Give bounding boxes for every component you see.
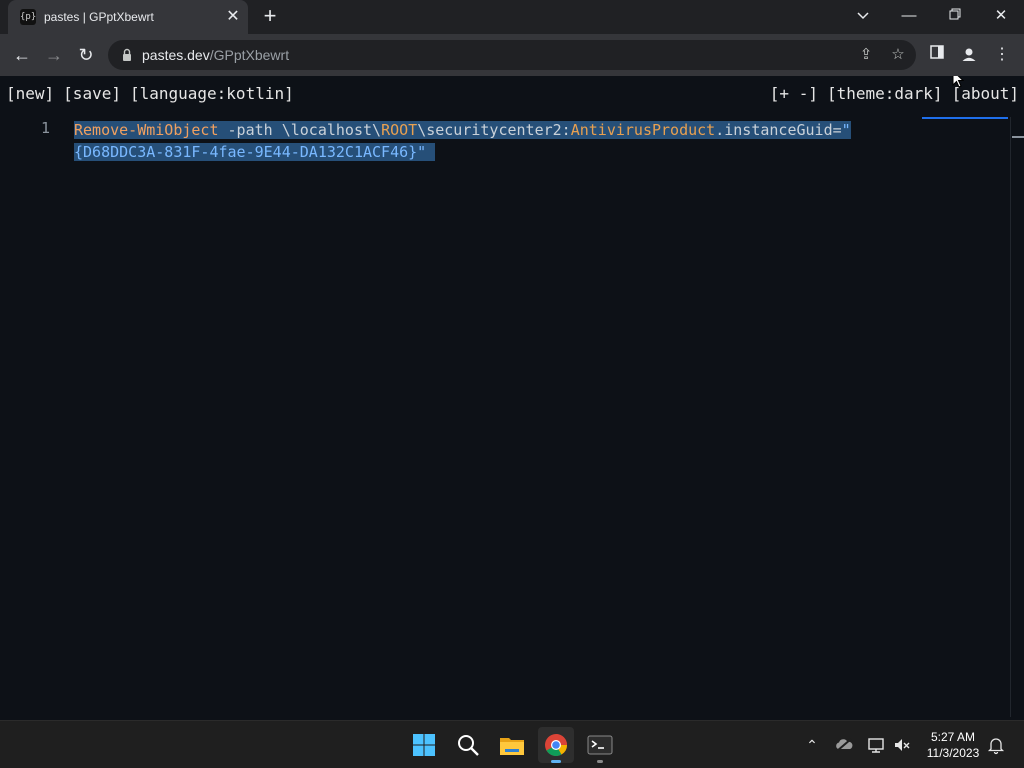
forward-icon[interactable]: → xyxy=(42,43,66,67)
code-token-guid: {D68DDC3A-831F-4fae-9E44-DA132C1ACF46} xyxy=(74,143,418,161)
new-tab-button[interactable]: + xyxy=(259,5,281,27)
paste-page: [new] [save] [language:kotlin] [+ -] [theme… xyxy=(0,76,1024,720)
selected-code: Remove-WmiObject -path \localhost\ROOT\s… xyxy=(74,121,851,161)
volume-muted-icon[interactable] xyxy=(892,735,912,755)
chrome-icon[interactable] xyxy=(538,727,574,763)
kebab-menu-icon[interactable]: ⋮ xyxy=(991,44,1013,66)
terminal-icon[interactable] xyxy=(582,727,618,763)
notification-bell-icon[interactable] xyxy=(986,735,1006,755)
new-button[interactable]: [new] xyxy=(6,84,54,103)
chevron-up-icon[interactable]: ⌃ xyxy=(802,735,822,755)
tab-search-icon[interactable] xyxy=(851,5,875,27)
language-selector[interactable]: [language:kotlin] xyxy=(130,84,294,103)
browser-toolbar: ← → ↻ pastes.dev/GPptXbewrt ⇪ ☆ ⋮ xyxy=(0,34,1024,76)
code-token-property: .instanceGuid= xyxy=(715,121,842,139)
clock-time: 5:27 AM xyxy=(930,730,976,744)
zoom-button[interactable]: [+ -] xyxy=(770,84,818,103)
address-bar[interactable]: pastes.dev/GPptXbewrt ⇪ ☆ xyxy=(108,40,916,70)
editor-scrollbar[interactable] xyxy=(1010,117,1024,717)
lock-icon[interactable] xyxy=(120,48,134,62)
close-tab-icon[interactable]: ✕ xyxy=(224,8,242,26)
system-clock[interactable]: 5:27 AM 11/3/2023 xyxy=(918,729,988,761)
code-token-quote-open: " xyxy=(841,121,851,139)
share-icon[interactable]: ⇪ xyxy=(856,45,876,65)
search-icon[interactable] xyxy=(450,727,486,763)
windows-start-icon[interactable] xyxy=(406,727,442,763)
taskbar: ⌃ 5:27 AM 11/3/2023 xyxy=(0,720,1024,768)
editor-scrollbar-thumb[interactable] xyxy=(1012,136,1024,138)
bookmark-star-icon[interactable]: ☆ xyxy=(888,45,908,65)
code-token-product: AntivirusProduct xyxy=(570,121,716,139)
code-token-namespace: \securitycenter2: xyxy=(417,121,571,139)
code-token-root: ROOT xyxy=(381,121,418,139)
code-token-path: -path \localhost\ xyxy=(218,121,382,139)
running-app-indicator xyxy=(597,760,603,763)
url-text[interactable]: pastes.dev/GPptXbewrt xyxy=(142,47,289,63)
tab-pastes[interactable]: {p} pastes | GPptXbewrt ✕ xyxy=(8,0,248,34)
line-number: 1 xyxy=(40,119,50,137)
onedrive-icon[interactable] xyxy=(834,735,854,755)
theme-selector[interactable]: [theme:dark] xyxy=(827,84,943,103)
tab-title: pastes | GPptXbewrt xyxy=(44,10,154,24)
network-icon[interactable] xyxy=(866,735,886,755)
active-app-indicator xyxy=(551,760,561,763)
restore-icon[interactable] xyxy=(943,5,967,27)
side-panel-icon[interactable] xyxy=(926,44,948,66)
code-token-command: Remove-WmiObject xyxy=(74,121,219,139)
profile-icon[interactable] xyxy=(958,44,980,66)
file-explorer-icon[interactable] xyxy=(494,727,530,763)
minimize-icon[interactable]: — xyxy=(897,5,921,27)
clock-date: 11/3/2023 xyxy=(926,746,980,760)
code-editor[interactable]: Remove-WmiObject -path \localhost\ROOT\s… xyxy=(74,119,904,163)
mouse-cursor-icon xyxy=(952,76,964,88)
back-icon[interactable]: ← xyxy=(10,43,34,67)
pastes-favicon-icon: {p} xyxy=(20,9,36,25)
url-path: /GPptXbewrt xyxy=(209,47,290,63)
code-token-quote-close: " xyxy=(417,143,427,161)
page-menu-right: [+ -] [theme:dark] [about] xyxy=(761,84,1019,103)
reload-icon[interactable]: ↻ xyxy=(74,43,98,67)
save-button[interactable]: [save] xyxy=(63,84,121,103)
url-host: pastes.dev xyxy=(142,47,210,63)
tab-strip: {p} pastes | GPptXbewrt ✕ + — ✕ xyxy=(0,0,1024,34)
close-window-icon[interactable]: ✕ xyxy=(989,5,1013,27)
page-menu-left: [new] [save] [language:kotlin] xyxy=(6,84,303,103)
editor-top-indicator xyxy=(922,117,1008,119)
